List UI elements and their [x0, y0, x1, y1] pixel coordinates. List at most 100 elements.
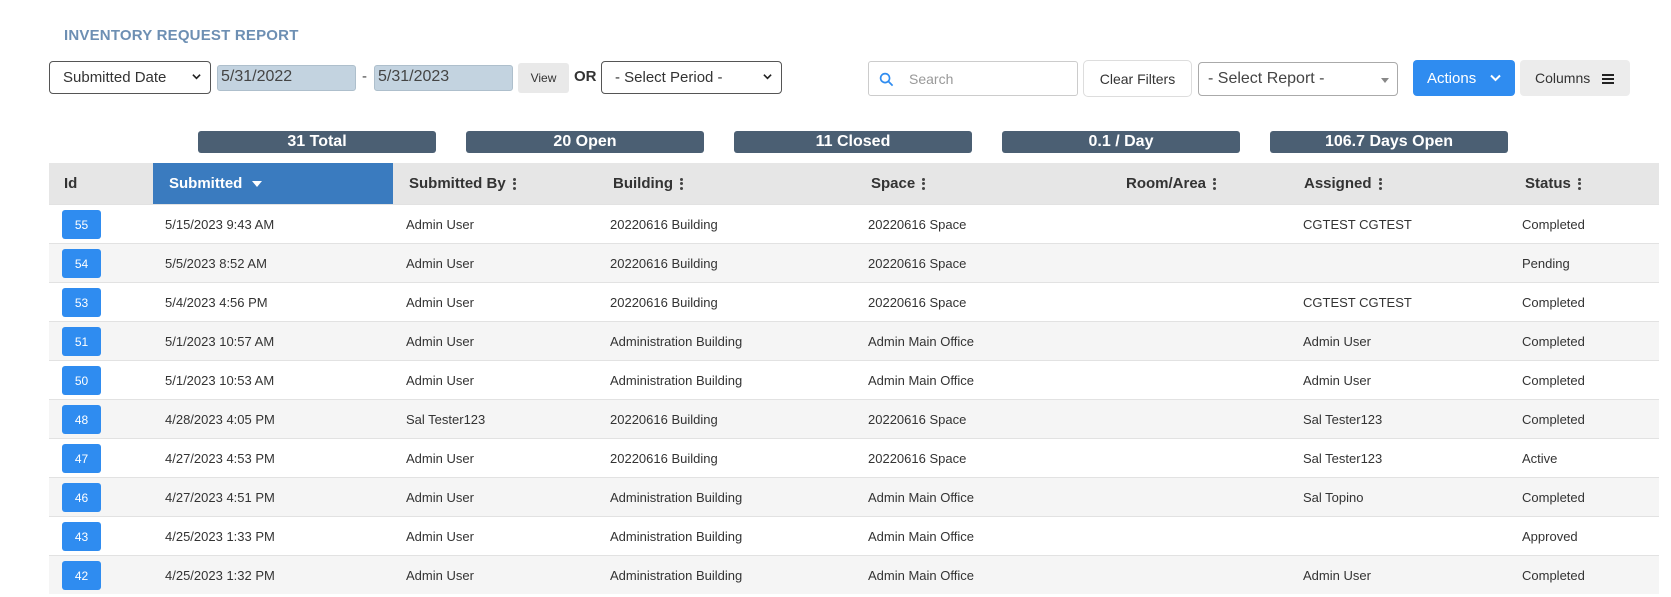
- cell-submitted-by: Admin User: [406, 490, 474, 505]
- header-status[interactable]: Status: [1525, 163, 1581, 204]
- period-select[interactable]: - Select Period -: [601, 61, 782, 94]
- header-space[interactable]: Space: [871, 163, 926, 204]
- table-row[interactable]: 50 5/1/2023 10:53 AM Admin User Administrat…: [49, 360, 1659, 399]
- cell-building: 20220616 Building: [610, 256, 718, 271]
- cell-submitted-by: Admin User: [406, 373, 474, 388]
- cell-status: Completed: [1522, 334, 1585, 349]
- search-box[interactable]: [868, 61, 1078, 96]
- cell-status: Completed: [1522, 373, 1585, 388]
- view-button[interactable]: View: [518, 63, 569, 93]
- table-row[interactable]: 55 5/15/2023 9:43 AM Admin User 20220616 Bu…: [49, 204, 1659, 243]
- cell-space: Admin Main Office: [868, 529, 974, 544]
- search-input[interactable]: [909, 70, 1069, 87]
- table-row[interactable]: 54 5/5/2023 8:52 AM Admin User 20220616 Bui…: [49, 243, 1659, 282]
- cell-space: 20220616 Space: [868, 217, 967, 232]
- stat-days-open: 106.7 Days Open: [1270, 131, 1508, 153]
- row-id-button[interactable]: 47: [62, 444, 101, 473]
- report-select[interactable]: - Select Report -: [1198, 62, 1398, 96]
- cell-space: 20220616 Space: [868, 256, 967, 271]
- table-row[interactable]: 53 5/4/2023 4:56 PM Admin User 20220616 Bui…: [49, 282, 1659, 321]
- search-icon: [879, 72, 894, 87]
- cell-submitted-by: Admin User: [406, 256, 474, 271]
- header-submitted[interactable]: Submitted: [153, 163, 393, 204]
- cell-space: Admin Main Office: [868, 568, 974, 583]
- row-id-button[interactable]: 48: [62, 405, 101, 434]
- row-id-button[interactable]: 51: [62, 327, 101, 356]
- table-row[interactable]: 46 4/27/2023 4:51 PM Admin User Administrat…: [49, 477, 1659, 516]
- column-menu-icon[interactable]: [1378, 176, 1382, 191]
- stat-per-day: 0.1 / Day: [1002, 131, 1240, 153]
- table-row[interactable]: 43 4/25/2023 1:33 PM Admin User Administrat…: [49, 516, 1659, 555]
- header-assigned-label: Assigned: [1304, 175, 1372, 192]
- cell-submitted: 4/27/2023 4:51 PM: [165, 490, 275, 505]
- row-id-button[interactable]: 50: [62, 366, 101, 395]
- table-row[interactable]: 51 5/1/2023 10:57 AM Admin User Administrat…: [49, 321, 1659, 360]
- cell-status: Completed: [1522, 217, 1585, 232]
- cell-submitted: 4/28/2023 4:05 PM: [165, 412, 275, 427]
- column-menu-icon[interactable]: [1213, 176, 1217, 191]
- cell-assigned: CGTEST CGTEST: [1303, 295, 1412, 310]
- header-room[interactable]: Room/Area: [1126, 163, 1217, 204]
- table-row[interactable]: 48 4/28/2023 4:05 PM Sal Tester123 20220616…: [49, 399, 1659, 438]
- header-building[interactable]: Building: [613, 163, 683, 204]
- cell-building: Administration Building: [610, 334, 743, 349]
- cell-submitted: 5/5/2023 8:52 AM: [165, 256, 267, 271]
- date-separator: -: [362, 68, 367, 85]
- cell-submitted: 5/1/2023 10:57 AM: [165, 334, 275, 349]
- cell-assigned: Admin User: [1303, 373, 1371, 388]
- column-menu-icon[interactable]: [680, 176, 683, 191]
- column-menu-icon[interactable]: [922, 176, 926, 191]
- stat-open: 20 Open: [466, 131, 704, 153]
- cell-building: Administration Building: [610, 490, 743, 505]
- actions-label: Actions: [1427, 69, 1477, 87]
- row-id-button[interactable]: 53: [62, 288, 101, 317]
- cell-assigned: Sal Topino: [1303, 490, 1364, 505]
- row-id-button[interactable]: 43: [62, 522, 101, 551]
- column-menu-icon[interactable]: [512, 176, 516, 191]
- cell-submitted: 4/25/2023 1:33 PM: [165, 529, 275, 544]
- columns-label: Columns: [1535, 70, 1591, 86]
- cell-submitted: 4/25/2023 1:32 PM: [165, 568, 275, 583]
- cell-space: Admin Main Office: [868, 373, 974, 388]
- cell-submitted: 4/27/2023 4:53 PM: [165, 451, 275, 466]
- table-body: 55 5/15/2023 9:43 AM Admin User 20220616 Bu…: [49, 204, 1659, 594]
- table-row[interactable]: 42 4/25/2023 1:32 PM Admin User Administrat…: [49, 555, 1659, 594]
- cell-building: 20220616 Building: [610, 451, 718, 466]
- table-row[interactable]: 47 4/27/2023 4:53 PM Admin User 20220616 Bu…: [49, 438, 1659, 477]
- stat-closed: 11 Closed: [734, 131, 972, 153]
- columns-button[interactable]: Columns: [1520, 60, 1630, 96]
- cell-submitted-by: Admin User: [406, 451, 474, 466]
- header-status-label: Status: [1525, 175, 1571, 192]
- clear-filters-button[interactable]: Clear Filters: [1083, 60, 1192, 97]
- cell-assigned: Admin User: [1303, 568, 1371, 583]
- cell-submitted-by: Admin User: [406, 217, 474, 232]
- cell-submitted-by: Admin User: [406, 568, 474, 583]
- start-date-input[interactable]: 5/31/2022: [217, 65, 356, 91]
- column-menu-icon[interactable]: [1577, 176, 1581, 191]
- chevron-down-icon: [763, 74, 772, 80]
- cell-building: 20220616 Building: [610, 412, 718, 427]
- cell-assigned: CGTEST CGTEST: [1303, 217, 1412, 232]
- cell-building: Administration Building: [610, 568, 743, 583]
- header-assigned[interactable]: Assigned: [1304, 163, 1382, 204]
- row-id-button[interactable]: 46: [62, 483, 101, 512]
- header-building-label: Building: [613, 175, 673, 192]
- cell-space: 20220616 Space: [868, 412, 967, 427]
- cell-space: 20220616 Space: [868, 295, 967, 310]
- or-label: OR: [574, 68, 597, 85]
- row-id-button[interactable]: 54: [62, 249, 101, 278]
- header-id[interactable]: Id: [64, 163, 144, 204]
- header-space-label: Space: [871, 175, 916, 192]
- row-id-button[interactable]: 42: [62, 561, 101, 590]
- date-field-select[interactable]: Submitted Date: [49, 61, 211, 94]
- end-date-input[interactable]: 5/31/2023: [374, 65, 513, 91]
- sort-descending-icon: [252, 180, 263, 187]
- cell-submitted: 5/15/2023 9:43 AM: [165, 217, 275, 232]
- cell-space: Admin Main Office: [868, 490, 974, 505]
- cell-status: Active: [1522, 451, 1558, 466]
- report-table: Id Submitted Submitted By Building Space…: [49, 163, 1659, 594]
- row-id-button[interactable]: 55: [62, 210, 101, 239]
- header-submitted-by[interactable]: Submitted By: [409, 163, 516, 204]
- cell-status: Completed: [1522, 490, 1585, 505]
- actions-button[interactable]: Actions: [1413, 60, 1515, 96]
